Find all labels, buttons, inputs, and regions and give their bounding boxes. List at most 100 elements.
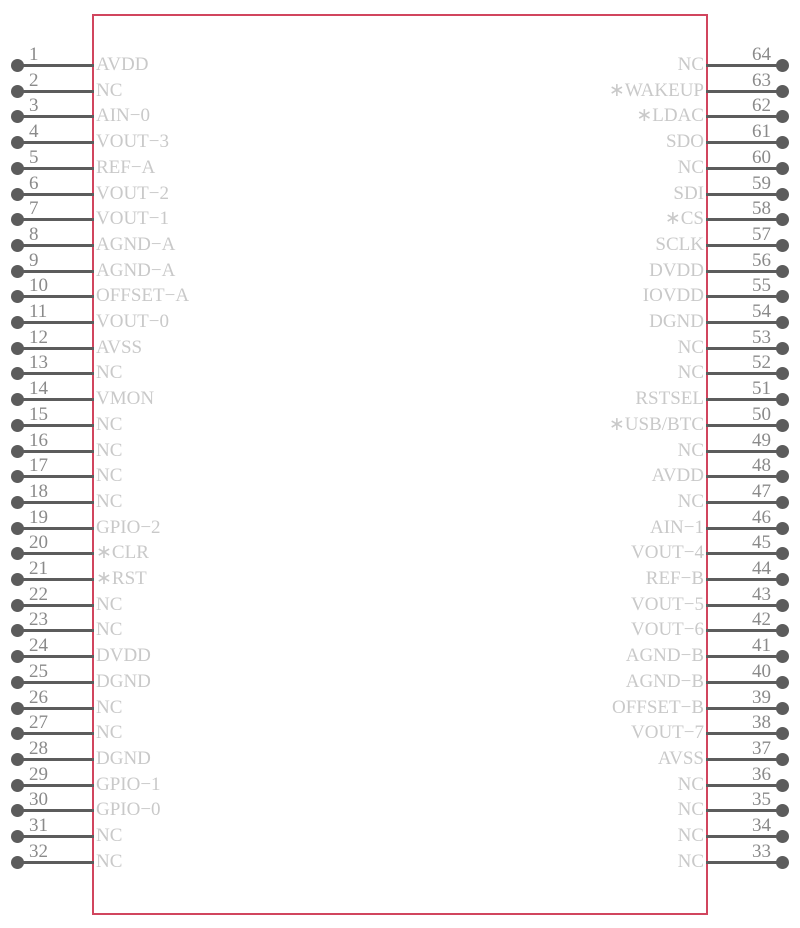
pin-name-label: ∗LDAC (636, 105, 704, 127)
pin-lead-line (706, 295, 783, 299)
pin-lead-line (706, 423, 783, 427)
pin-number-label: 36 (752, 763, 771, 785)
pin-number-label: 12 (29, 326, 48, 348)
pin-name-label: GPIO−2 (96, 516, 161, 538)
pin-name-label: RSTSEL (635, 388, 704, 410)
pin-number-label: 24 (29, 635, 48, 657)
pin-name-label: NC (96, 850, 123, 872)
pin-name-label: AIN−1 (650, 516, 704, 538)
pin-number-label: 4 (29, 121, 39, 143)
pin-number-label: 39 (752, 686, 771, 708)
pin-name-label: NC (96, 79, 123, 101)
pin-number-label: 61 (752, 121, 771, 143)
pin-lead-line (706, 218, 783, 222)
pin-name-label: NC (96, 696, 123, 718)
pin-lead-line (706, 526, 783, 530)
pin-5[interactable]: 5 REF−A (0, 148, 300, 182)
pin-name-label: SDO (665, 131, 704, 153)
pin-name-label: NC (677, 799, 704, 821)
pin-4[interactable]: 4 VOUT−3 (0, 122, 300, 156)
pin-number-label: 13 (29, 352, 48, 374)
pin-name-label: ∗CS (664, 208, 704, 230)
pin-number-label: 10 (29, 275, 48, 297)
pin-33[interactable]: 33 NC (500, 842, 800, 876)
pin-number-label: 33 (752, 840, 771, 862)
pin-number-label: 60 (752, 146, 771, 168)
pin-number-label: 1 (29, 44, 39, 65)
pin-name-label: DGND (96, 747, 151, 769)
pin-number-label: 38 (752, 712, 771, 734)
pin-number-label: 58 (752, 198, 771, 220)
pin-number-label: 64 (752, 44, 771, 65)
pin-name-label: NC (96, 722, 123, 744)
pin-name-label: VMON (96, 388, 155, 410)
pin-lead-line (706, 372, 783, 376)
pin-number-label: 18 (29, 480, 48, 502)
ic-pinout-symbol: 1 AVDD 2 NC 3 AIN−0 4 VOUT−3 5 REF−A 6 VOUT−2 7 VOUT−… (0, 0, 800, 928)
pin-name-label: REF−A (96, 156, 156, 178)
pin-lead-line (706, 449, 783, 453)
pin-lead-line (706, 64, 783, 67)
pin-name-label: VOUT−1 (96, 208, 169, 230)
pin-number-label: 9 (29, 249, 39, 271)
pin-number-label: 37 (752, 737, 771, 759)
pin-number-label: 47 (752, 480, 771, 502)
pin-name-label: AGND−A (96, 233, 176, 255)
pin-lead-line (706, 269, 783, 273)
pin-number-label: 17 (29, 455, 48, 477)
pin-number-label: 44 (752, 558, 771, 579)
pin-2[interactable]: 2 NC (0, 71, 300, 105)
pin-lead-line (706, 706, 783, 710)
pin-number-label: 5 (29, 146, 39, 168)
pin-3[interactable]: 3 AIN−0 (0, 96, 300, 130)
pin-name-label: NC (677, 336, 704, 358)
pin-lead-line (706, 732, 783, 736)
pin-number-label: 52 (752, 352, 771, 374)
pin-name-label: IOVDD (642, 285, 704, 307)
pin-number-label: 53 (752, 326, 771, 348)
pin-number-label: 22 (29, 583, 48, 605)
pin-6[interactable]: 6 VOUT−2 (0, 174, 300, 208)
pin-lead-line (706, 757, 783, 761)
pin-number-label: 16 (29, 429, 48, 451)
pin-number-label: 45 (752, 532, 771, 554)
pin-name-label: NC (677, 773, 704, 795)
pin-lead-line (706, 835, 783, 838)
pin-name-label: AVSS (657, 747, 704, 769)
pin-name-label: NC (96, 490, 123, 512)
pin-lead-line (706, 552, 783, 556)
pin-name-label: AGND−A (96, 259, 176, 281)
pin-name-label: NC (677, 850, 704, 872)
pin-name-label: VOUT−6 (631, 619, 704, 641)
pin-number-label: 25 (29, 660, 48, 682)
pin-7[interactable]: 7 VOUT−1 (0, 199, 300, 233)
pin-lead-line (706, 475, 783, 479)
pin-name-label: OFFSET−B (611, 696, 704, 718)
pin-number-label: 23 (29, 609, 48, 631)
pin-number-label: 26 (29, 686, 48, 708)
pin-name-label: DVDD (649, 259, 704, 281)
pin-number-label: 54 (752, 301, 771, 322)
pin-number-label: 32 (29, 840, 48, 862)
pin-name-label: ∗WAKEUP (608, 79, 704, 101)
pin-lead-line (706, 655, 783, 659)
pin-number-label: 49 (752, 429, 771, 451)
pin-number-label: 48 (752, 455, 771, 477)
pin-number-label: 15 (29, 403, 48, 425)
pin-name-label: VOUT−7 (631, 722, 704, 744)
pin-number-label: 55 (752, 275, 771, 297)
pin-name-label: DGND (96, 670, 151, 692)
pin-8[interactable]: 8 AGND−A (0, 225, 300, 259)
pin-number-label: 21 (29, 558, 48, 579)
pin-number-label: 8 (29, 223, 39, 245)
pin-name-label: SDI (673, 182, 704, 204)
pin-number-label: 57 (752, 223, 771, 245)
pin-name-label: ∗CLR (96, 542, 149, 564)
pin-32[interactable]: 32 NC (0, 842, 300, 876)
pin-number-label: 35 (752, 789, 771, 811)
pin-name-label: NC (96, 439, 123, 461)
pin-name-label: NC (677, 362, 704, 384)
pin-1[interactable]: 1 AVDD (0, 45, 300, 79)
pin-name-label: NC (96, 465, 123, 487)
pin-name-label: AVDD (651, 465, 704, 487)
